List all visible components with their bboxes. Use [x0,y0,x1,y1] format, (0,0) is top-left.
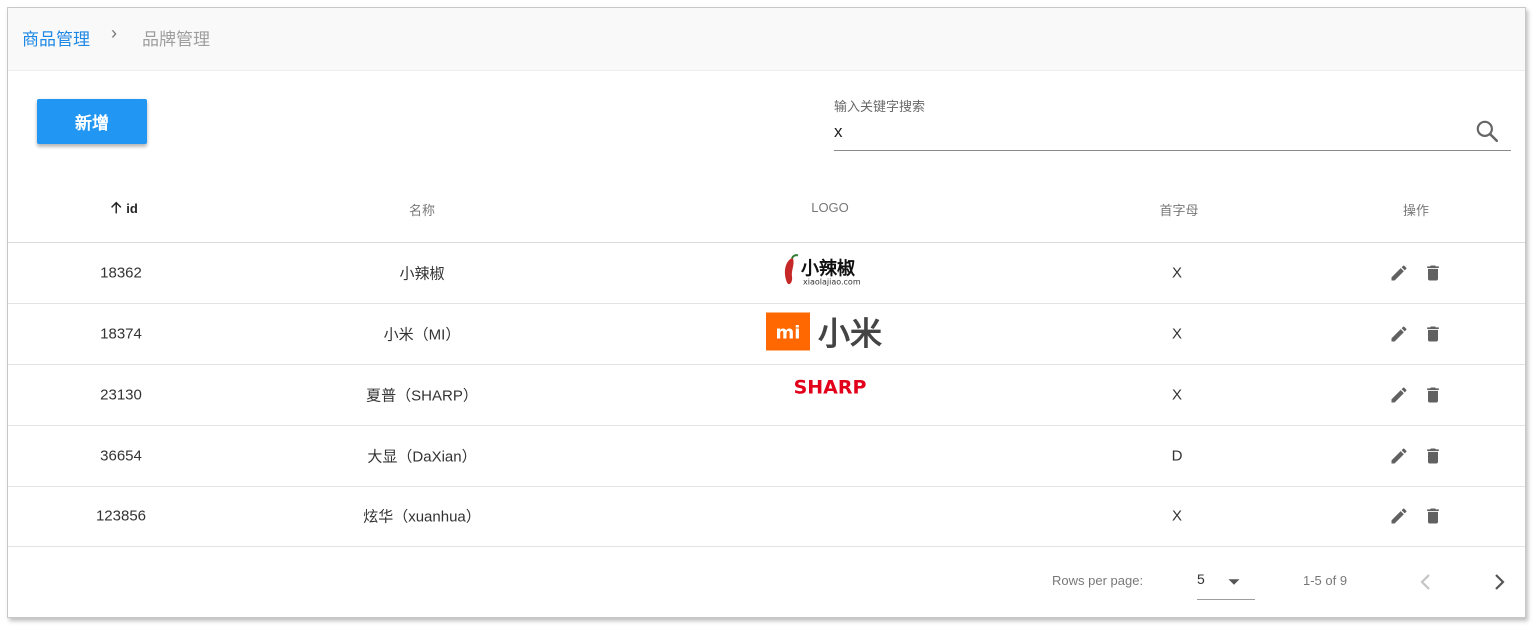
cell-name: 小米（MI） [383,326,461,344]
table-row: 18362 小辣椒 小辣椒 xiaolajiao.com X [8,243,1525,304]
breadcrumb-brand-management: 品牌管理 [142,30,210,49]
dropdown-arrow-icon[interactable] [1223,571,1245,593]
breadcrumb-goods-management[interactable]: 商品管理 [22,25,90,50]
xiaomi-logo: mi 小米 [766,312,894,357]
column-header-actions: 操作 [1402,203,1430,218]
table-row: 23130 夏普（SHARP） SHARP X [8,365,1525,426]
chevron-right-icon[interactable] [1487,570,1511,594]
cell-id: 123856 [95,507,147,525]
cell-name: 小辣椒 [399,265,445,283]
cell-id: 18374 [100,325,142,343]
edit-icon[interactable] [1389,324,1409,344]
cell-id: 36654 [100,447,142,465]
column-header-id-label: id [126,200,138,216]
delete-icon[interactable] [1423,263,1443,283]
svg-text:SHARP: SHARP [794,377,867,399]
edit-icon[interactable] [1389,385,1409,405]
column-header-letter: 首字母 [1159,203,1199,218]
svg-text:xiaolajiao.com: xiaolajiao.com [803,278,861,287]
rows-per-page-label: Rows per page: [1052,573,1144,588]
column-header-logo: LOGO [811,200,849,215]
search-label: 输入关键字搜索 [834,99,926,114]
edit-icon[interactable] [1389,263,1409,283]
cell-letter: X [1171,386,1183,404]
delete-icon[interactable] [1423,506,1443,526]
rows-per-page-underline [1197,599,1255,600]
breadcrumb: 商品管理 › 品牌管理 [8,8,1525,71]
svg-text:小米: 小米 [818,315,882,352]
svg-text:mi: mi [776,323,801,344]
search-input[interactable]: x [834,122,843,142]
chevron-right-icon: › [111,23,117,43]
delete-icon[interactable] [1423,446,1443,466]
cell-letter: X [1171,325,1183,343]
search-icon[interactable] [1474,118,1500,144]
delete-icon[interactable] [1423,385,1443,405]
xiaolajiao-logo: 小辣椒 xiaolajiao.com [777,253,883,294]
table-row: 36654 大显（DaXian） D [8,426,1525,487]
column-header-name: 名称 [408,203,436,218]
cell-letter: X [1171,507,1183,525]
cell-name: 炫华（xuanhua） [363,508,481,526]
edit-icon[interactable] [1389,506,1409,526]
brand-management-panel: 商品管理 › 品牌管理 新增 输入关键字搜索 x id 名称 LOGO 首字母 … [7,7,1526,618]
column-header-id[interactable]: id [108,200,138,216]
cell-letter: D [1171,447,1183,465]
table-row: 123856 炫华（xuanhua） X [8,486,1525,547]
cell-id: 23130 [100,386,142,404]
arrow-up-icon [111,201,122,214]
chevron-left-icon[interactable] [1414,570,1438,594]
delete-icon[interactable] [1423,324,1443,344]
add-button[interactable]: 新增 [37,99,147,144]
sharp-logo: SHARP [767,377,893,404]
rows-per-page-value[interactable]: 5 [1197,571,1205,587]
svg-text:小辣椒: 小辣椒 [801,258,855,280]
cell-letter: X [1171,264,1183,282]
cell-id: 18362 [100,264,142,282]
edit-icon[interactable] [1389,446,1409,466]
page-range: 1-5 of 9 [1303,573,1348,588]
table-header: id 名称 LOGO 首字母 操作 [8,172,1525,243]
cell-name: 大显（DaXian） [367,448,477,466]
table-row: 18374 小米（MI） mi 小米 X [8,304,1525,365]
search-underline [834,150,1511,151]
cell-name: 夏普（SHARP） [366,387,478,405]
